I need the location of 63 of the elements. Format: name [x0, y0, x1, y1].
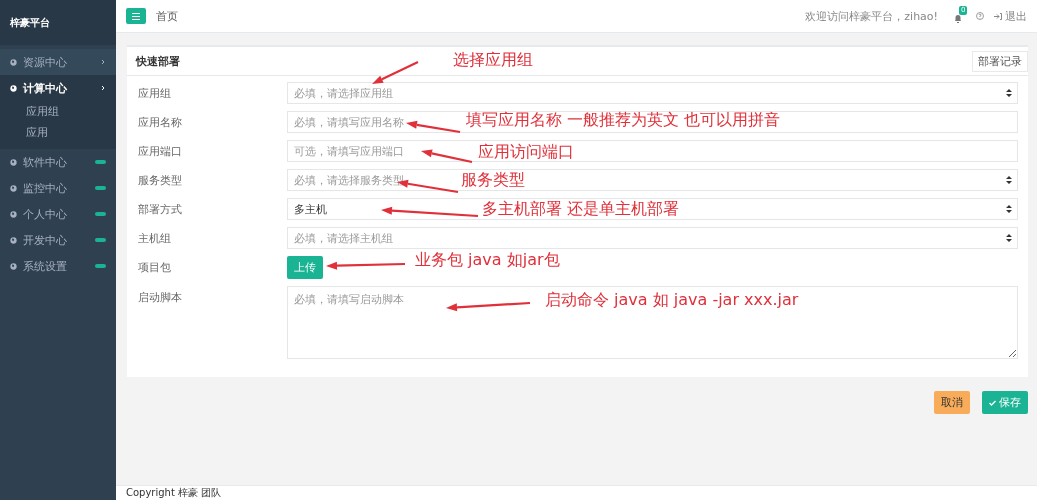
logout-link[interactable]: 退出 — [1005, 8, 1027, 24]
field-label: 启动脚本 — [138, 290, 183, 305]
field-label: 应用端口 — [138, 144, 183, 159]
annotation-text: 多主机部署 还是单主机部署 — [482, 199, 680, 220]
logout-icon[interactable] — [994, 12, 1002, 20]
annotation-text: 启动命令 java 如 java -jar xxx.jar — [545, 290, 799, 311]
bell-icon[interactable] — [954, 14, 962, 23]
annotation-text: 选择应用组 — [453, 50, 533, 71]
field-label: 服务类型 — [138, 173, 183, 188]
globe-icon — [10, 184, 17, 192]
menu-button[interactable] — [126, 8, 146, 24]
select-field[interactable]: 必填，请选择主机组 — [287, 227, 1018, 249]
annotation-text: 填写应用名称 一般推荐为英文 也可以用拼音 — [466, 110, 781, 131]
upload-button[interactable]: 上传 — [287, 256, 323, 279]
save-button[interactable]: 保存 — [982, 391, 1028, 414]
status-pill-icon — [95, 186, 106, 190]
status-pill-icon — [95, 264, 106, 268]
field-label: 项目包 — [138, 260, 172, 275]
globe-icon — [10, 236, 17, 244]
sidebar-item[interactable]: 开发中心 — [0, 227, 116, 253]
sidebar-item[interactable]: 系统设置 — [0, 253, 116, 279]
field-label: 部署方式 — [138, 202, 183, 217]
submenu-item[interactable]: 应用 — [0, 122, 116, 143]
page-title: 首页 — [156, 8, 179, 24]
sidebar-item[interactable]: 计算中心 — [0, 75, 116, 101]
help-icon[interactable] — [976, 12, 984, 20]
updown-caret-icon — [1006, 89, 1012, 97]
field-label: 应用名称 — [138, 115, 183, 130]
sidebar-item[interactable]: 监控中心 — [0, 175, 116, 201]
cancel-button[interactable]: 取消 — [934, 391, 970, 414]
chevron-right-icon — [100, 59, 106, 65]
annotation-arrow — [406, 120, 461, 134]
sidebar-item[interactable]: 资源中心 — [0, 49, 116, 75]
annotation-text: 服务类型 — [461, 170, 525, 191]
annotation-text: 应用访问端口 — [478, 142, 574, 163]
sidebar-item[interactable]: 软件中心 — [0, 149, 116, 175]
globe-icon — [10, 262, 17, 270]
annotation-arrow — [421, 149, 473, 164]
menu-icon — [132, 12, 140, 20]
annotation-text: 业务包 java 如jar包 — [415, 250, 560, 271]
sidebar-item[interactable]: 个人中心 — [0, 201, 116, 227]
annotation-arrow — [372, 61, 419, 84]
card-title: 快速部署 — [136, 53, 180, 69]
submenu-item[interactable]: 应用组 — [0, 101, 116, 122]
check-icon — [989, 399, 996, 406]
history-button[interactable]: 部署记录 — [972, 50, 1028, 72]
updown-caret-icon — [1006, 205, 1012, 213]
field-label: 主机组 — [138, 231, 172, 246]
select-field[interactable]: 必填，请选择应用组 — [287, 82, 1018, 104]
globe-icon — [10, 158, 17, 166]
globe-icon — [10, 84, 17, 92]
field-label: 应用组 — [138, 86, 172, 101]
updown-caret-icon — [1006, 176, 1012, 184]
status-pill-icon — [95, 160, 106, 164]
welcome-text: 欢迎访问梓豪平台，zihao! — [805, 8, 938, 24]
status-pill-icon — [95, 212, 106, 216]
globe-icon — [10, 210, 17, 218]
footer-text: Copyright 梓豪 团队 — [116, 485, 1037, 500]
status-pill-icon — [95, 238, 106, 242]
chevron-right-icon — [100, 85, 106, 91]
sidebar-title: 梓豪平台 — [0, 0, 116, 45]
globe-icon — [10, 58, 17, 66]
updown-caret-icon — [1006, 234, 1012, 242]
